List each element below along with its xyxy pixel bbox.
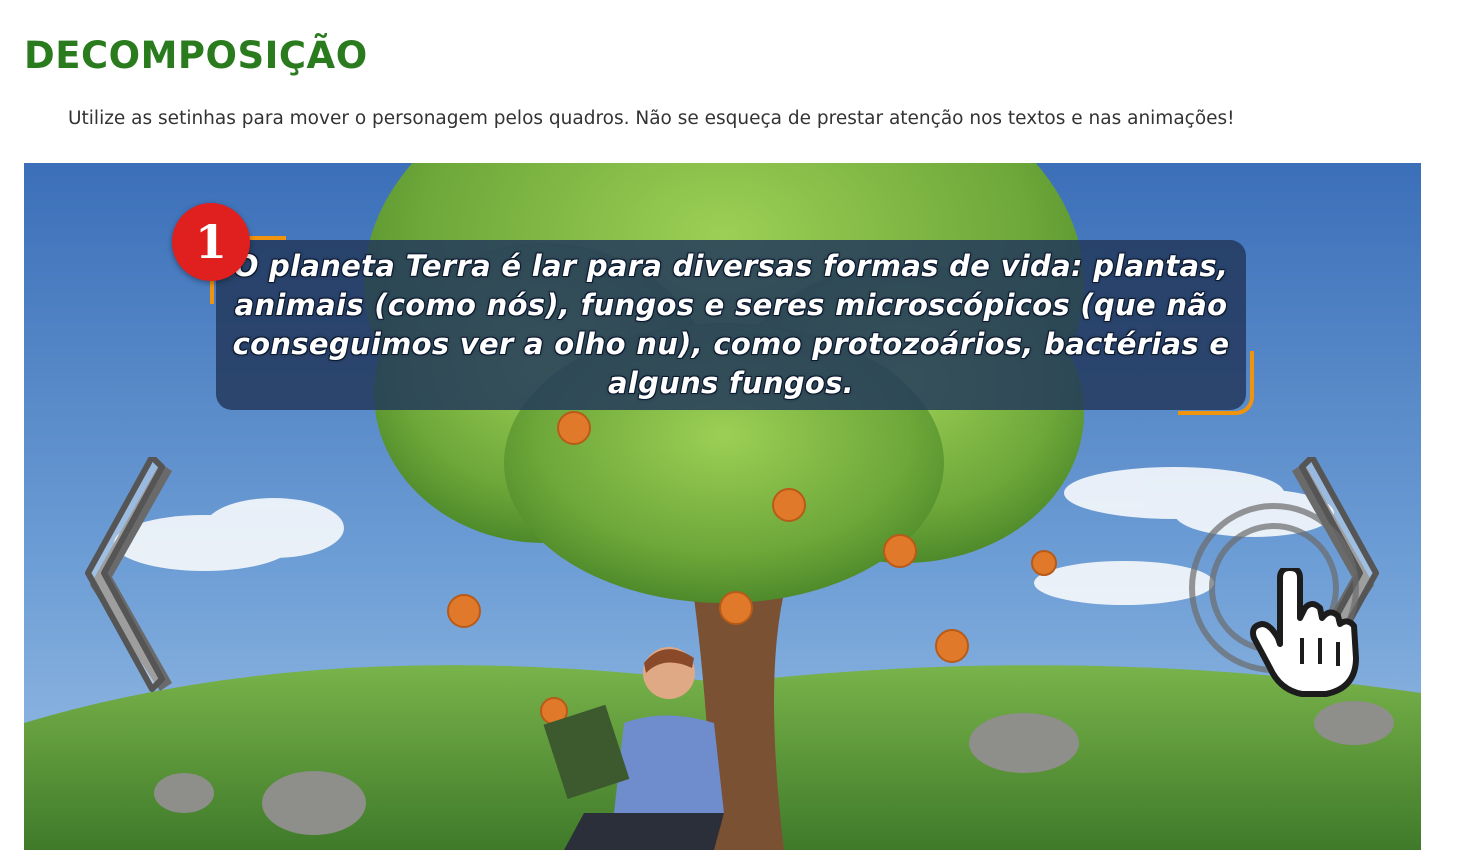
narration-box: O planeta Terra é lar para diversas form… (216, 240, 1246, 410)
frame-number-badge: 1 (172, 203, 250, 281)
instructions-text: Utilize as setinhas para mover o persona… (68, 108, 1235, 129)
chevron-left-icon (85, 454, 172, 692)
pointing-hand-icon (1250, 568, 1359, 697)
prev-frame-button[interactable] (48, 454, 178, 701)
animation-stage[interactable]: 1 O planeta Terra é lar para diversas fo… (24, 163, 1421, 850)
page-title: DECOMPOSIÇÃO (24, 34, 368, 77)
narration-text: O planeta Terra é lar para diversas form… (232, 249, 1230, 400)
